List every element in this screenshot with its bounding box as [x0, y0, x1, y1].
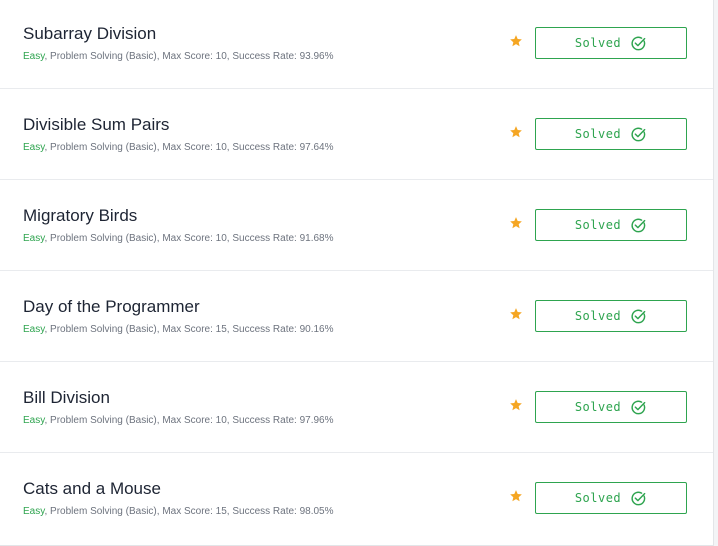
star-icon[interactable]: [509, 216, 523, 230]
difficulty-label: Easy: [23, 233, 45, 244]
challenge-meta: Easy, Problem Solving (Basic), Max Score…: [23, 50, 334, 64]
star-icon[interactable]: [509, 34, 523, 48]
solved-button[interactable]: Solved: [535, 27, 687, 59]
solved-button[interactable]: Solved: [535, 209, 687, 241]
solved-label: Solved: [574, 127, 622, 141]
solved-label: Solved: [574, 400, 622, 414]
check-circle-icon: [631, 36, 646, 50]
challenge-row: Day of the Programmer Easy, Problem Solv…: [0, 272, 713, 362]
solved-button[interactable]: Solved: [535, 391, 687, 423]
solved-label: Solved: [574, 491, 622, 505]
difficulty-label: Easy: [23, 324, 45, 335]
check-circle-icon: [631, 309, 646, 323]
challenge-title[interactable]: Migratory Birds: [23, 205, 137, 227]
challenge-details: , Problem Solving (Basic), Max Score: 10…: [44, 142, 334, 153]
star-icon[interactable]: [509, 489, 523, 503]
challenge-details: , Problem Solving (Basic), Max Score: 10…: [44, 415, 334, 426]
challenge-row: Divisible Sum Pairs Easy, Problem Solvin…: [0, 90, 713, 180]
challenge-details: , Problem Solving (Basic), Max Score: 10…: [44, 51, 334, 62]
difficulty-label: Easy: [23, 506, 45, 517]
star-icon[interactable]: [509, 398, 523, 412]
star-icon[interactable]: [509, 125, 523, 139]
challenge-details: , Problem Solving (Basic), Max Score: 15…: [44, 324, 334, 335]
star-icon[interactable]: [509, 307, 523, 321]
solved-label: Solved: [574, 309, 622, 323]
challenge-title[interactable]: Divisible Sum Pairs: [23, 114, 169, 136]
challenge-row: Migratory Birds Easy, Problem Solving (B…: [0, 181, 713, 271]
challenge-list: Subarray Division Easy, Problem Solving …: [0, 0, 714, 546]
check-circle-icon: [631, 218, 646, 232]
difficulty-label: Easy: [23, 51, 45, 62]
challenge-meta: Easy, Problem Solving (Basic), Max Score…: [23, 232, 334, 246]
challenge-title[interactable]: Day of the Programmer: [23, 296, 200, 318]
challenge-meta: Easy, Problem Solving (Basic), Max Score…: [23, 505, 334, 519]
challenge-row: Bill Division Easy, Problem Solving (Bas…: [0, 363, 713, 453]
challenge-row: Subarray Division Easy, Problem Solving …: [0, 0, 713, 89]
check-circle-icon: [631, 491, 646, 505]
solved-button[interactable]: Solved: [535, 118, 687, 150]
challenge-meta: Easy, Problem Solving (Basic), Max Score…: [23, 323, 334, 337]
solved-button[interactable]: Solved: [535, 482, 687, 514]
challenge-title[interactable]: Subarray Division: [23, 23, 156, 45]
challenge-meta: Easy, Problem Solving (Basic), Max Score…: [23, 414, 334, 428]
challenge-details: , Problem Solving (Basic), Max Score: 10…: [44, 233, 334, 244]
challenge-title[interactable]: Cats and a Mouse: [23, 478, 161, 500]
challenge-title[interactable]: Bill Division: [23, 387, 110, 409]
challenge-row: Cats and a Mouse Easy, Problem Solving (…: [0, 454, 713, 544]
solved-button[interactable]: Solved: [535, 300, 687, 332]
solved-label: Solved: [574, 218, 622, 232]
challenge-details: , Problem Solving (Basic), Max Score: 15…: [44, 506, 334, 517]
solved-label: Solved: [574, 36, 622, 50]
check-circle-icon: [631, 127, 646, 141]
difficulty-label: Easy: [23, 415, 45, 426]
check-circle-icon: [631, 400, 646, 414]
difficulty-label: Easy: [23, 142, 45, 153]
challenge-meta: Easy, Problem Solving (Basic), Max Score…: [23, 141, 334, 155]
